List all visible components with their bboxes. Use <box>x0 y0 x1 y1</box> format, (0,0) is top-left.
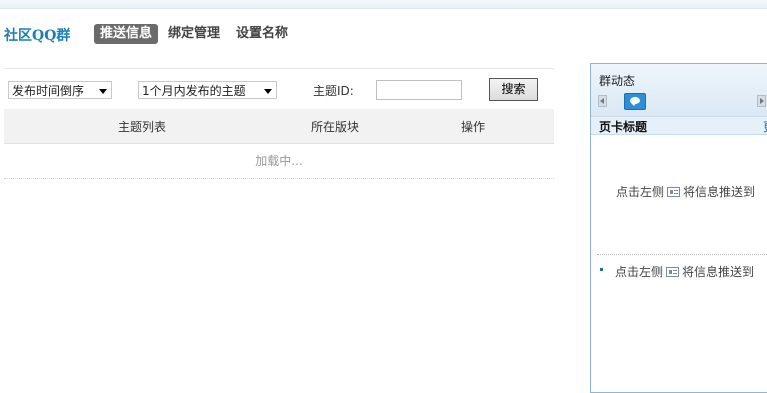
group-activity-panel: 群动态 页卡标题 更 点击左侧将信息推送到 点击左侧将信息推送到 <box>590 63 767 393</box>
card-more-link[interactable]: 更 <box>763 118 767 135</box>
card-title-bar: 页卡标题 更 <box>591 117 767 135</box>
push-hint-text: 点击左侧 将信息推送到 <box>616 183 755 200</box>
hint-prefix-2: 点击左侧 <box>615 265 664 279</box>
column-header-topic-list: 主题列表 <box>118 120 167 134</box>
card-icon <box>667 187 681 197</box>
hint-suffix-2: 将信息推送到 <box>682 265 755 279</box>
top-bar <box>0 0 767 9</box>
panel-title: 群动态 <box>599 74 636 88</box>
panel-header: 群动态 <box>591 64 767 117</box>
card-title: 页卡标题 <box>599 120 648 134</box>
search-button[interactable]: 搜索 <box>489 78 538 101</box>
column-header-actions: 操作 <box>461 120 486 134</box>
hint-suffix: 将信息推送到 <box>683 185 756 199</box>
tab-bind-management[interactable]: 绑定管理 <box>162 24 226 44</box>
topic-id-label: 主题ID: <box>313 84 354 98</box>
chevron-left-icon[interactable] <box>598 95 607 107</box>
list-bullet <box>600 268 603 271</box>
tab-set-name[interactable]: 设置名称 <box>230 24 294 44</box>
panel-divider <box>597 254 767 255</box>
loading-indicator: 加载中... <box>4 144 554 179</box>
column-header-board: 所在版块 <box>311 120 360 134</box>
sort-select-value: 发布时间倒序 <box>12 84 85 98</box>
chevron-right-icon[interactable] <box>757 95 766 107</box>
time-range-select-value: 1个月内发布的主题 <box>142 84 246 98</box>
dropdown-arrow-icon <box>264 89 272 94</box>
filter-bar: 发布时间倒序 1个月内发布的主题 主题ID: 搜索 <box>4 68 554 109</box>
dropdown-arrow-icon <box>99 89 107 94</box>
time-range-select[interactable]: 1个月内发布的主题 <box>138 81 277 99</box>
chat-bubble-icon[interactable] <box>624 93 646 110</box>
table-header: 主题列表 所在版块 操作 <box>4 109 554 144</box>
topic-id-input[interactable] <box>376 80 462 100</box>
list-card-icon <box>666 267 680 277</box>
brand-title: 社区QQ群 <box>4 28 71 44</box>
sort-select[interactable]: 发布时间倒序 <box>8 81 112 99</box>
push-hint-list-item: 点击左侧 将信息推送到 <box>615 263 754 280</box>
hint-prefix: 点击左侧 <box>616 185 665 199</box>
tab-push-info[interactable]: 推送信息 <box>94 24 159 44</box>
tab-bar: 推送信息 绑定管理 设置名称 <box>94 24 298 44</box>
